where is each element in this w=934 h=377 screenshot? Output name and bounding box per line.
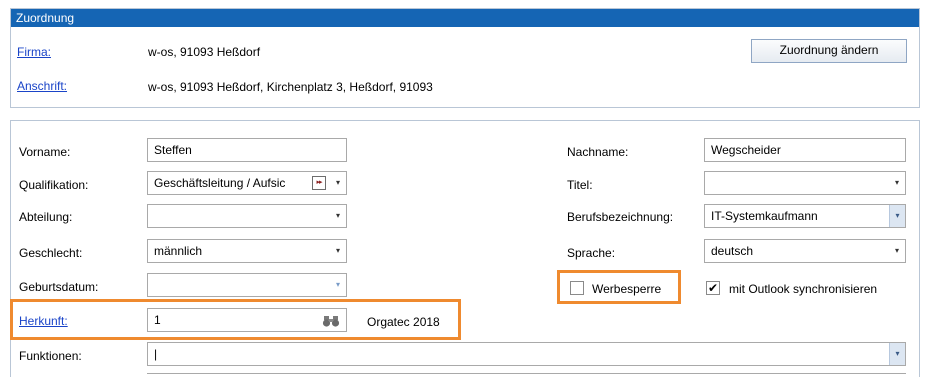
funktionen-combo[interactable]: | ▾ (147, 342, 906, 366)
fast-forward-icon[interactable]: ▸▸ (312, 176, 326, 190)
geschlecht-label: Geschlecht: (19, 246, 83, 260)
geburtsdatum-label: Geburtsdatum: (19, 280, 99, 294)
nachname-label: Nachname: (567, 145, 629, 159)
chevron-down-icon[interactable]: ▾ (330, 172, 346, 194)
titel-combo[interactable]: ▾ (704, 171, 906, 195)
chevron-down-icon[interactable]: ▾ (330, 205, 346, 227)
geschlecht-combo[interactable]: männlich ▾ (147, 239, 347, 263)
chevron-down-icon[interactable]: ▾ (889, 172, 905, 194)
funktionen-value: | (154, 347, 158, 361)
anschrift-link[interactable]: Anschrift: (17, 79, 67, 93)
vorname-label: Vorname: (19, 145, 71, 159)
abteilung-label: Abteilung: (19, 210, 73, 224)
zuordnung-header: Zuordnung (11, 9, 919, 27)
chevron-down-icon[interactable]: ▾ (330, 240, 346, 262)
qualifikation-value: Geschäftsleitung / Aufsic (154, 176, 286, 190)
sprache-combo[interactable]: deutsch ▾ (704, 239, 906, 263)
chevron-down-icon[interactable]: ▾ (889, 205, 905, 227)
qualifikation-combo[interactable]: Geschäftsleitung / Aufsic ▸▸ ▾ (147, 171, 347, 195)
anschrift-value: w-os, 91093 Heßdorf, Kirchenplatz 3, Heß… (148, 80, 433, 94)
firma-link[interactable]: Firma: (17, 45, 51, 59)
outlook-sync-label: mit Outlook synchronisieren (729, 282, 878, 296)
herkunft-value: 1 (154, 313, 161, 327)
firma-value: w-os, 91093 Heßdorf (148, 45, 261, 59)
herkunft-input[interactable]: 1 (147, 308, 347, 332)
geschlecht-value: männlich (154, 244, 203, 258)
chevron-down-icon[interactable]: ▾ (889, 240, 905, 262)
sprache-value: deutsch (711, 244, 754, 258)
geburtsdatum-picker[interactable]: ▾ (147, 273, 347, 297)
werbesperre-checkbox[interactable] (570, 281, 584, 295)
sprache-label: Sprache: (567, 246, 616, 260)
herkunft-link[interactable]: Herkunft: (19, 314, 68, 328)
vorname-input[interactable]: Steffen (147, 138, 347, 162)
chevron-down-icon[interactable]: ▾ (889, 343, 905, 365)
zuordnung-panel: Zuordnung Firma: w-os, 91093 Heßdorf Ans… (10, 8, 920, 108)
funktionen-label: Funktionen: (19, 349, 82, 363)
titel-label: Titel: (567, 178, 593, 192)
zuordnung-aendern-button[interactable]: Zuordnung ändern (751, 39, 907, 63)
chevron-down-icon[interactable]: ▾ (330, 274, 346, 296)
nachname-input[interactable]: Wegscheider (704, 138, 906, 162)
berufsbezeichnung-value: IT-Systemkaufmann (711, 209, 818, 223)
next-field-edge (147, 373, 906, 377)
outlook-sync-checkbox[interactable]: ✔ (706, 281, 720, 295)
qualifikation-label: Qualifikation: (19, 178, 89, 192)
berufsbezeichnung-combo[interactable]: IT-Systemkaufmann ▾ (704, 204, 906, 228)
berufsbezeichnung-label: Berufsbezeichnung: (567, 210, 674, 224)
binoculars-icon[interactable] (322, 313, 340, 327)
werbesperre-label: Werbesperre (592, 282, 662, 296)
abteilung-combo[interactable]: ▾ (147, 204, 347, 228)
herkunft-text: Orgatec 2018 (367, 315, 440, 329)
